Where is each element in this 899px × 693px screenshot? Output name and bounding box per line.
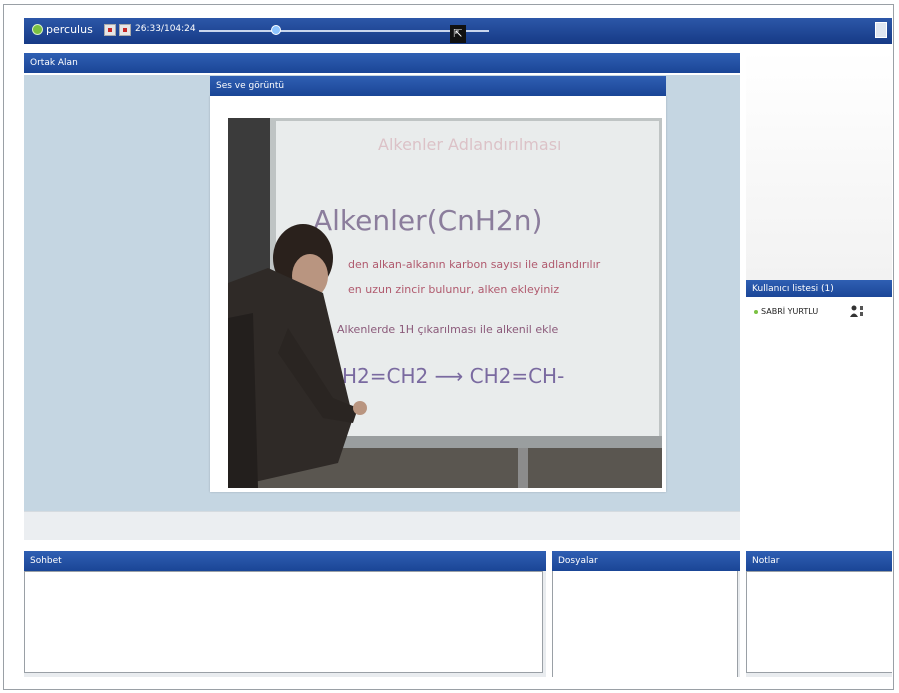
record-button[interactable] (104, 24, 116, 36)
chat-messages-area[interactable] (24, 571, 543, 673)
online-indicator-icon (754, 309, 758, 314)
files-title: Dosyalar (558, 556, 598, 566)
timecode: 26:33/104:24 (135, 24, 196, 34)
playback-slider[interactable] (199, 30, 489, 32)
user-name: SABRİ YURTLU (761, 307, 819, 316)
playback-knob[interactable] (271, 25, 281, 35)
user-list-item[interactable]: SABRİ YURTLU (754, 307, 818, 316)
external-link-icon[interactable]: ⇱ (450, 25, 466, 43)
notes-header: Notlar (746, 551, 892, 571)
logo-text: perculus (46, 23, 93, 36)
user-list-header: Kullanıcı listesi (1) (746, 280, 892, 298)
ortak-alan-title: Ortak Alan (30, 58, 78, 68)
files-header: Dosyalar (552, 551, 740, 571)
chat-title: Sohbet (30, 556, 62, 566)
svg-text:Alkenler Adlandırılması: Alkenler Adlandırılması (378, 135, 561, 154)
files-list-area[interactable] (552, 571, 738, 677)
whiteboard-line-1: Alkenler(CnH2n) (313, 204, 542, 237)
whiteboard-line-2: CH2=CH2 ⟶ CH2=CH- (328, 364, 564, 388)
stop-button[interactable] (119, 24, 131, 36)
svg-text:den alkan-alkanın karbon sayıs: den alkan-alkanın karbon sayısı ile adla… (348, 258, 601, 271)
notes-area[interactable] (746, 571, 892, 673)
user-list-title: Kullanıcı listesi (1) (752, 284, 834, 294)
user-icon[interactable] (850, 305, 864, 317)
perculus-logo: perculus (32, 23, 93, 36)
ortak-alan-header: Ortak Alan (24, 53, 740, 73)
video-frame: Alkenler Adlandırılması Alkenler(CnH2n) … (228, 118, 662, 488)
logo-icon (32, 24, 43, 35)
video-window-header[interactable]: Ses ve görüntü (210, 76, 666, 96)
right-side-area (746, 50, 892, 280)
user-list: SABRİ YURTLU (746, 297, 892, 547)
svg-text:en uzun zincir bulunur, alken: en uzun zincir bulunur, alken ekleyiniz (348, 283, 559, 296)
svg-text:1. Alkenlerde 1H çıkarılması i: 1. Alkenlerde 1H çıkarılması ile alkenil… (323, 323, 559, 336)
ortak-alan-footer (24, 511, 740, 540)
save-icon[interactable] (875, 22, 887, 38)
chat-header: Sohbet (24, 551, 546, 571)
top-toolbar: perculus 26:33/104:24 ⇱ (24, 18, 892, 44)
video-window-title: Ses ve görüntü (216, 81, 285, 91)
video-stream[interactable]: Alkenler Adlandırılması Alkenler(CnH2n) … (228, 118, 662, 488)
notes-title: Notlar (752, 556, 780, 566)
